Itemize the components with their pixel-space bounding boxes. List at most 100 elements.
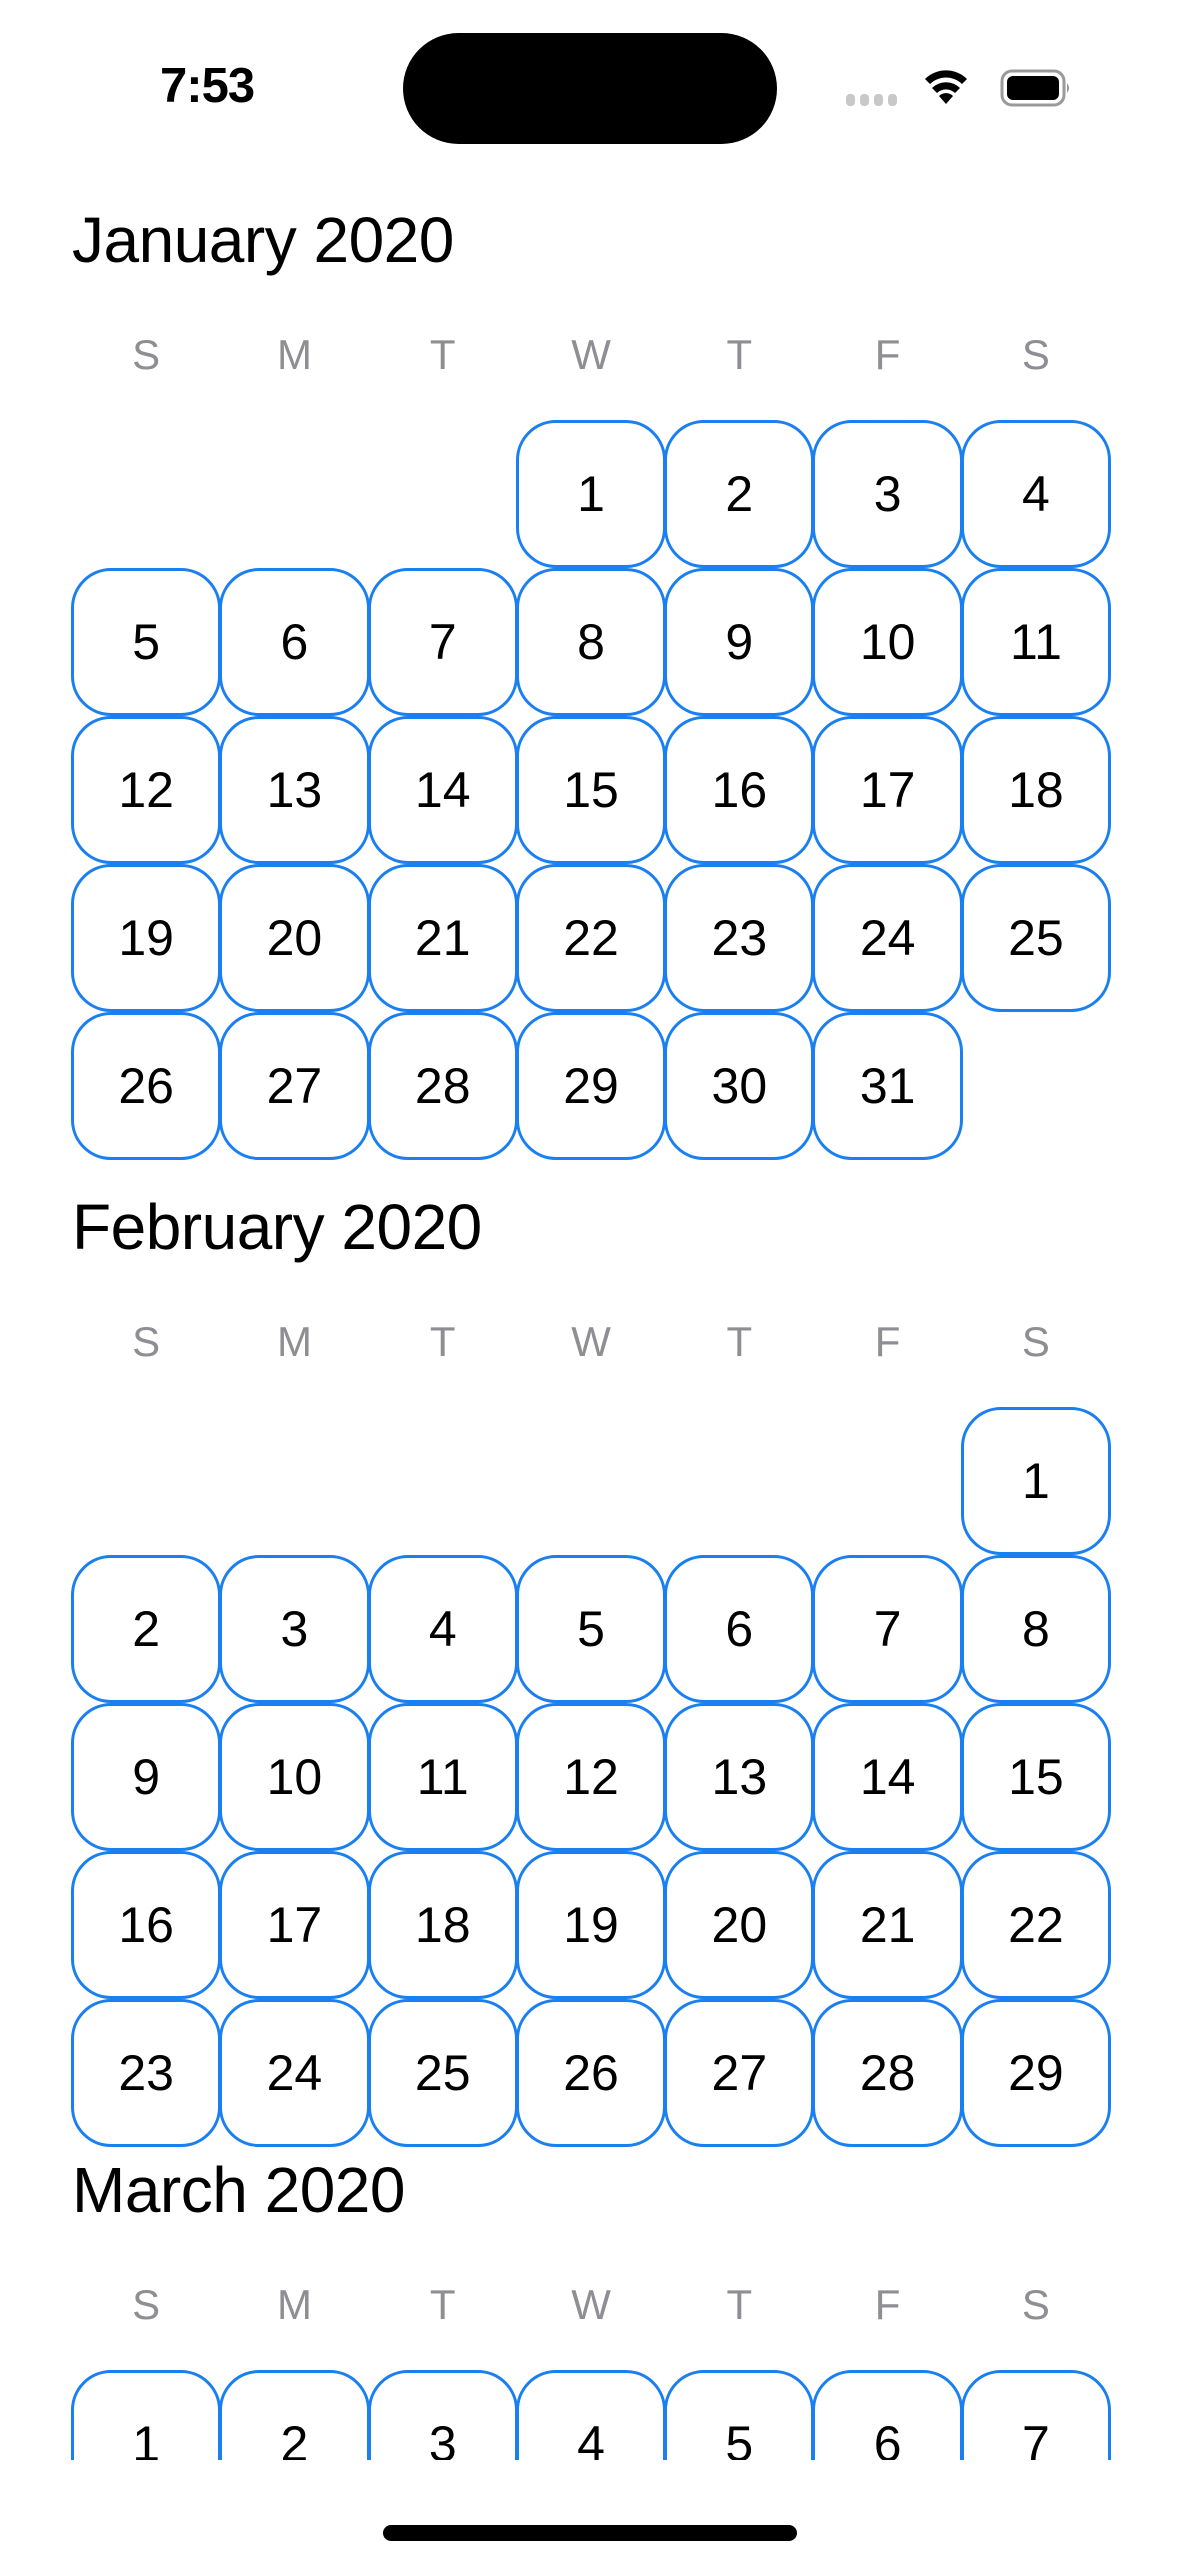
day-cell[interactable]: 13 [219, 716, 370, 864]
day-cell[interactable]: 1 [71, 2370, 222, 2460]
weekday-label: S [1021, 331, 1050, 378]
month-section: February 2020 S M T W T F S 1 2 3 4 5 6 7 8 9 10 11 12 13 14 1… [71, 1187, 1112, 2147]
day-cell[interactable]: 15 [960, 1703, 1112, 1851]
day-cell[interactable]: 5 [515, 1555, 667, 1703]
day-cell[interactable]: 24 [812, 864, 963, 1012]
day-cell[interactable]: 9 [664, 568, 815, 716]
day-grid: 1 2 3 4 5 6 7 8 9 10 11 12 13 14 15 16 17 18 19 20 21 22 23 24 2… [71, 1407, 1112, 2147]
day-cell[interactable]: 26 [515, 1999, 667, 2147]
day-cell[interactable]: 4 [367, 1555, 518, 1703]
day-cell[interactable]: 21 [367, 864, 518, 1012]
day-cell[interactable]: 14 [367, 716, 518, 864]
day-cell[interactable]: 11 [367, 1703, 518, 1851]
month-title: January 2020 [72, 204, 454, 276]
weekday-label: F [874, 2281, 901, 2328]
day-cell[interactable]: 12 [515, 1703, 667, 1851]
day-cell[interactable]: 12 [71, 716, 222, 864]
day-grid: 1 2 3 4 5 6 7 8 9 10 11 12 13 14 15 16 17 18 19 20 21 22 23 24 2… [71, 420, 1112, 1160]
day-cell[interactable]: 31 [812, 1012, 963, 1160]
day-cell[interactable]: 23 [664, 864, 815, 1012]
day-cell[interactable]: 4 [960, 420, 1112, 568]
home-indicator[interactable] [383, 2525, 797, 2541]
weekday-label: F [874, 1318, 901, 1365]
day-cell[interactable]: 20 [664, 1851, 815, 1999]
day-cell[interactable]: 26 [71, 1012, 222, 1160]
day-cell[interactable]: 25 [367, 1999, 518, 2147]
weekday-label: M [276, 1318, 312, 1365]
weekday-label: T [429, 2281, 456, 2328]
weekday-label: T [429, 1318, 456, 1365]
day-cell[interactable]: 16 [664, 716, 815, 864]
day-cell[interactable]: 8 [515, 568, 667, 716]
weekday-label: W [571, 2281, 611, 2328]
month-title: March 2020 [72, 2154, 405, 2226]
day-cell[interactable]: 15 [515, 716, 667, 864]
month-section: March 2020 S M T W T F S 1 2 3 4 5 6 7 [71, 2150, 1112, 2460]
weekday-label: S [132, 331, 161, 378]
day-cell[interactable]: 2 [219, 2370, 370, 2460]
day-cell[interactable]: 20 [219, 864, 370, 1012]
cellular-signal-icon [846, 94, 897, 106]
day-cell[interactable]: 3 [812, 420, 963, 568]
day-cell[interactable]: 7 [960, 2370, 1112, 2460]
day-cell[interactable]: 7 [812, 1555, 963, 1703]
weekday-label: T [429, 331, 456, 378]
weekday-header: SMTWTFS [72, 325, 1110, 385]
weekday-label: M [276, 2281, 312, 2328]
day-cell[interactable]: 6 [664, 1555, 815, 1703]
day-cell[interactable]: 1 [960, 1407, 1112, 1555]
day-cell[interactable]: 18 [960, 716, 1112, 864]
calendar-scroll-view[interactable]: January 2020 S M T W T F S 1 2 3 4 5 6 7 8 9 10 11 12 13 14 15… [0, 150, 1179, 2460]
status-time: 7:53 [160, 59, 255, 113]
day-cell[interactable]: 28 [367, 1012, 518, 1160]
weekday-label: M [276, 331, 312, 378]
day-cell[interactable]: 28 [812, 1999, 963, 2147]
day-cell[interactable]: 17 [812, 716, 963, 864]
weekday-label: T [726, 331, 753, 378]
weekday-label: T [726, 1318, 753, 1365]
weekday-header: SMTWTFS [72, 2275, 1110, 2335]
weekday-label: W [571, 1318, 611, 1365]
day-cell[interactable]: 3 [219, 1555, 370, 1703]
day-cell[interactable]: 29 [960, 1999, 1112, 2147]
day-cell[interactable]: 25 [960, 864, 1112, 1012]
day-cell[interactable]: 23 [71, 1999, 222, 2147]
day-cell[interactable]: 17 [219, 1851, 370, 1999]
day-cell[interactable]: 4 [515, 2370, 667, 2460]
day-cell[interactable]: 3 [367, 2370, 518, 2460]
day-grid: 1234567 [71, 2370, 1112, 2460]
day-cell[interactable]: 13 [664, 1703, 815, 1851]
day-cell[interactable]: 21 [812, 1851, 963, 1999]
day-cell[interactable]: 11 [960, 568, 1112, 716]
day-cell[interactable]: 24 [219, 1999, 370, 2147]
weekday-header: SMTWTFS [72, 1312, 1110, 1372]
day-cell[interactable]: 18 [367, 1851, 518, 1999]
day-cell[interactable]: 14 [812, 1703, 963, 1851]
day-cell[interactable]: 22 [515, 864, 667, 1012]
weekday-label: F [874, 331, 901, 378]
day-cell[interactable]: 22 [960, 1851, 1112, 1999]
weekday-label: W [571, 331, 611, 378]
day-cell[interactable]: 1 [515, 420, 667, 568]
weekday-label: S [132, 1318, 161, 1365]
day-cell[interactable]: 2 [71, 1555, 222, 1703]
day-cell[interactable]: 10 [812, 568, 963, 716]
day-cell[interactable]: 8 [960, 1555, 1112, 1703]
day-cell[interactable]: 5 [664, 2370, 815, 2460]
day-cell[interactable]: 19 [515, 1851, 667, 1999]
day-cell[interactable]: 6 [812, 2370, 963, 2460]
day-cell[interactable]: 2 [664, 420, 815, 568]
day-cell[interactable]: 27 [219, 1012, 370, 1160]
day-cell[interactable]: 9 [71, 1703, 222, 1851]
day-cell[interactable]: 6 [219, 568, 370, 716]
day-cell[interactable]: 16 [71, 1851, 222, 1999]
month-title: February 2020 [72, 1191, 482, 1263]
day-cell[interactable]: 29 [515, 1012, 667, 1160]
wifi-icon [925, 70, 967, 104]
day-cell[interactable]: 19 [71, 864, 222, 1012]
day-cell[interactable]: 5 [71, 568, 222, 716]
day-cell[interactable]: 30 [664, 1012, 815, 1160]
day-cell[interactable]: 7 [367, 568, 518, 716]
day-cell[interactable]: 27 [664, 1999, 815, 2147]
day-cell[interactable]: 10 [219, 1703, 370, 1851]
